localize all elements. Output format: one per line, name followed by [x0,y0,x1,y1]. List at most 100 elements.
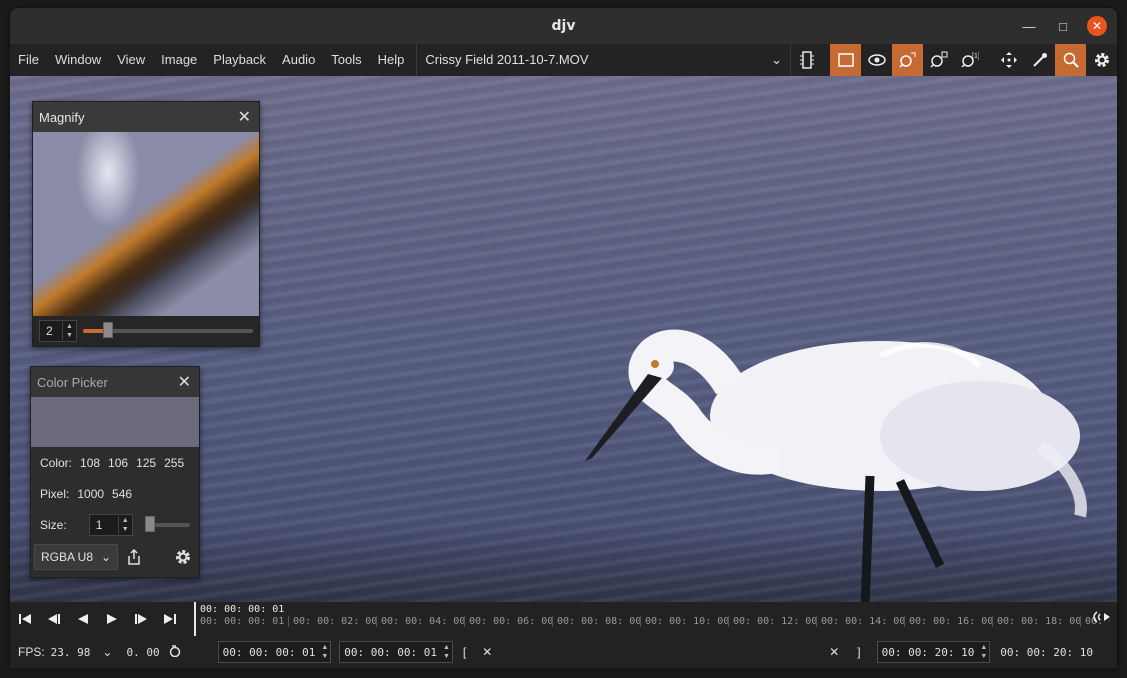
chevron-down-icon[interactable]: ⌄ [102,645,112,659]
settings-gear-icon[interactable] [170,544,196,570]
set-in-point-button[interactable]: [ [463,645,466,659]
magnify-controls: 2 ▲ ▼ [33,316,259,346]
loop-icon[interactable] [168,644,182,660]
size-slider[interactable] [144,515,190,532]
timeline-tick: 00: 00: 18: 00 [992,616,1081,627]
decrement-icon[interactable]: ▼ [122,525,129,534]
magnify-panel-header[interactable]: Magnify ✕ [33,102,259,132]
magnify-view [33,132,259,316]
timeline-tick: 00: 00: 02: 00 [288,616,377,627]
current-frame-field[interactable]: 00: 00: 00: 01 ▲ ▼ [339,641,453,663]
color-alpha-value: 255 [164,455,185,470]
color-picker-title: Color Picker [37,374,108,390]
out-point-value[interactable]: 00: 00: 20: 10 [878,646,979,659]
color-blue-value: 125 [136,455,157,470]
window-controls: — □ ✕ [1019,16,1107,36]
color-picker-icon[interactable] [1024,44,1055,76]
menu-tools[interactable]: Tools [323,44,369,76]
menu-view[interactable]: View [109,44,153,76]
magnify-zoom-stepper[interactable]: 2 ▲ ▼ [39,320,77,342]
duration-value: 00: 00: 20: 10 [1000,645,1093,659]
decrement-icon[interactable]: ▼ [66,331,73,340]
egret-image [585,329,1087,602]
minimize-icon[interactable]: — [1019,16,1039,36]
menu-playback[interactable]: Playback [205,44,274,76]
fps-value: 23. 98 [50,645,91,659]
pan-icon[interactable] [993,44,1024,76]
playback-speed-value: 0. 00 [126,645,160,659]
magnify-slider-handle[interactable] [103,322,114,338]
go-to-end-icon[interactable] [155,602,184,636]
menu-audio[interactable]: Audio [274,44,323,76]
chevron-down-icon: ⌄ [100,550,111,564]
in-point-value[interactable]: 00: 00: 00: 01 [219,646,320,659]
status-bar: FPS: 23. 98 ⌄ 0. 00 00: 00: 00: 01 ▲ ▼ 00… [10,636,1117,668]
close-icon[interactable]: ✕ [238,107,251,127]
playhead[interactable] [194,602,196,636]
pixel-row: Pixel: 1000 546 [31,478,199,509]
menu-image[interactable]: Image [153,44,205,76]
magnify-icon[interactable] [1055,44,1086,76]
decrement-icon[interactable]: ▼ [443,652,450,661]
zoom-in-icon[interactable] [923,44,954,76]
svg-text:[1]: [1] [972,53,979,60]
zoom-reset-icon[interactable]: [1] [954,44,985,76]
size-value[interactable]: 1 [90,518,118,532]
settings-gear-icon[interactable] [1086,44,1117,76]
memory-cache-icon[interactable] [791,44,822,76]
increment-icon[interactable]: ▲ [980,643,987,652]
eye-icon[interactable] [861,44,892,76]
file-selector[interactable]: Crissy Field 2011-10-7.MOV ⌄ [416,44,791,76]
magnify-zoom-slider[interactable] [82,322,253,338]
close-window-icon[interactable]: ✕ [1087,16,1107,36]
increment-icon[interactable]: ▲ [321,643,328,652]
pixel-label: Pixel: [40,486,70,501]
timeline-ruler[interactable]: 00: 00: 00: 01 00: 00: 00: 01 00: 00: 02… [194,602,1110,636]
menu-help[interactable]: Help [370,44,413,76]
timeline-tick: 00: 00: 12: 00 [728,616,817,627]
title-bar: djv — □ ✕ [10,8,1117,44]
increment-icon[interactable]: ▲ [122,516,129,525]
out-point-field[interactable]: 00: 00: 20: 10 ▲ ▼ [876,641,991,663]
magnify-zoom-value[interactable]: 2 [40,324,62,338]
play-reverse-icon[interactable] [68,602,97,636]
copy-export-icon[interactable] [121,544,147,570]
color-label: Color: [40,455,73,470]
app-window: djv — □ ✕ File Window View Image Playbac… [10,8,1117,668]
fps-label: FPS: [18,645,45,659]
previous-frame-icon[interactable] [39,602,68,636]
set-out-point-button[interactable]: ] [857,645,860,659]
color-picker-header[interactable]: Color Picker ✕ [31,367,199,397]
color-swatch [31,397,199,447]
size-slider-handle[interactable] [144,515,155,532]
increment-icon[interactable]: ▲ [66,322,73,331]
clear-out-point-icon[interactable]: ✕ [829,645,839,659]
menu-window[interactable]: Window [47,44,109,76]
pixel-format-select[interactable]: RGBA U8 ⌄ [34,544,118,570]
go-to-start-icon[interactable] [10,602,39,636]
color-picker-footer: RGBA U8 ⌄ [31,540,199,574]
timeline-tick: 00: 00: 16: 00 [904,616,993,627]
next-frame-icon[interactable] [126,602,155,636]
menu-bar: File Window View Image Playback Audio To… [10,44,1117,76]
frame-icon[interactable] [830,44,861,76]
menu-file[interactable]: File [10,44,47,76]
window-title: djv [551,18,576,34]
current-frame-value[interactable]: 00: 00: 00: 01 [340,646,441,659]
close-icon[interactable]: ✕ [178,372,191,392]
pixel-format-value: RGBA U8 [41,550,94,564]
audio-sync-icon[interactable] [1093,610,1111,627]
decrement-icon[interactable]: ▼ [321,652,328,661]
increment-icon[interactable]: ▲ [443,643,450,652]
size-row: Size: 1 ▲ ▼ [31,509,199,540]
maximize-icon[interactable]: □ [1053,16,1073,36]
file-name: Crissy Field 2011-10-7.MOV [425,52,589,67]
zoom-fit-icon[interactable] [892,44,923,76]
decrement-icon[interactable]: ▼ [980,652,987,661]
clear-in-point-icon[interactable]: ✕ [482,645,492,659]
size-stepper[interactable]: 1 ▲ ▼ [88,513,133,536]
play-icon[interactable] [97,602,126,636]
chevron-down-icon: ⌄ [771,52,782,67]
timeline-tick: 00: 00: 14: 00 [816,616,905,627]
in-point-field[interactable]: 00: 00: 00: 01 ▲ ▼ [217,641,332,663]
